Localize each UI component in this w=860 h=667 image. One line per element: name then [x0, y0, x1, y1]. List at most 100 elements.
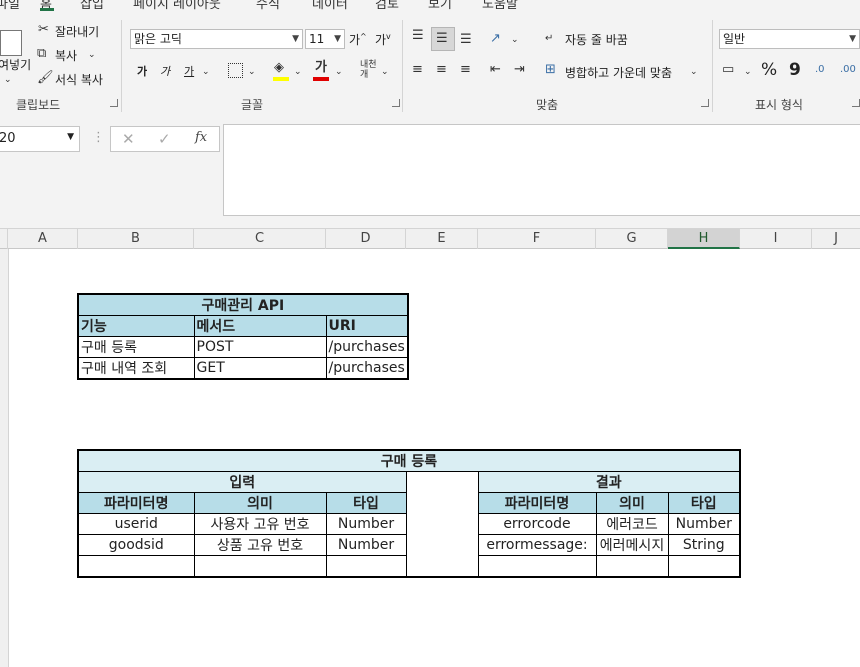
- decrease-decimal-icon[interactable]: .00: [840, 62, 856, 78]
- header-cell[interactable]: 메서드: [193, 315, 327, 337]
- table-cell[interactable]: Number: [325, 534, 407, 556]
- cut-button[interactable]: 잘라내기: [55, 23, 99, 40]
- enter-icon[interactable]: ✓: [158, 130, 171, 148]
- font-name-select[interactable]: 맑은 고딕 ▼: [130, 29, 303, 49]
- increase-indent-icon[interactable]: ⇥: [514, 62, 525, 78]
- font-color-icon[interactable]: 가: [315, 60, 327, 76]
- formula-input[interactable]: [223, 124, 860, 216]
- border-dropdown-icon[interactable]: ⌄: [248, 64, 256, 80]
- tab-insert[interactable]: 삽입: [80, 0, 104, 12]
- paste-label[interactable]: 여넣기: [0, 56, 31, 73]
- font-launcher-icon[interactable]: [392, 99, 400, 107]
- clipboard-launcher-icon[interactable]: [110, 99, 118, 107]
- table-cell[interactable]: userid: [77, 513, 195, 535]
- header-cell[interactable]: 의미: [595, 492, 669, 514]
- tab-help[interactable]: 도움말: [482, 0, 518, 12]
- column-header-d[interactable]: D: [326, 229, 406, 249]
- table-cell[interactable]: [193, 555, 327, 577]
- name-box[interactable]: 20 ▼: [0, 126, 80, 152]
- phonetic-dropdown-icon[interactable]: ⌄: [381, 64, 389, 80]
- align-center-icon[interactable]: ≡: [436, 62, 447, 78]
- table-cell[interactable]: GET: [193, 357, 327, 380]
- table-cell[interactable]: goodsid: [77, 534, 195, 556]
- api-table-title[interactable]: 구매관리 API: [77, 293, 409, 316]
- column-header-c[interactable]: C: [194, 229, 326, 249]
- table-cell[interactable]: [477, 555, 597, 577]
- fill-dropdown-icon[interactable]: ⌄: [294, 64, 302, 80]
- grow-font-button[interactable]: 가^: [349, 31, 367, 48]
- column-header-i[interactable]: I: [740, 229, 812, 249]
- tab-page-layout[interactable]: 페이지 레이아웃: [133, 0, 221, 12]
- copy-dropdown-icon[interactable]: ⌄: [88, 47, 96, 63]
- underline-button[interactable]: 가: [184, 63, 194, 79]
- table-cell[interactable]: 상품 고유 번호: [193, 534, 327, 556]
- table-cell[interactable]: [595, 555, 669, 577]
- merge-center-button[interactable]: 병합하고 가운데 맞춤: [565, 64, 672, 81]
- select-all-corner[interactable]: [0, 229, 8, 249]
- align-bottom-icon[interactable]: ☰: [460, 32, 472, 48]
- italic-button[interactable]: 가: [160, 63, 170, 79]
- header-cell[interactable]: 파라미터명: [77, 492, 195, 514]
- input-section-label[interactable]: 입력: [77, 471, 407, 493]
- font-size-select[interactable]: 11 ▼: [305, 29, 345, 49]
- table-cell[interactable]: [325, 555, 407, 577]
- table-cell[interactable]: 사용자 고유 번호: [193, 513, 327, 535]
- table-cell[interactable]: [77, 555, 195, 577]
- border-icon[interactable]: [228, 63, 243, 78]
- orientation-icon[interactable]: ↗: [490, 31, 501, 47]
- column-header-b[interactable]: B: [78, 229, 194, 249]
- currency-dropdown-icon[interactable]: ⌄: [744, 64, 752, 80]
- table-cell[interactable]: /purchases: [325, 336, 409, 358]
- merge-dropdown-icon[interactable]: ⌄: [690, 64, 698, 80]
- tab-formulas[interactable]: 수식: [256, 0, 280, 12]
- tab-file[interactable]: 파일: [0, 0, 20, 12]
- purchase-register-title[interactable]: 구매 등록: [77, 449, 741, 472]
- comma-button[interactable]: 9: [789, 60, 801, 80]
- align-right-icon[interactable]: ≡: [460, 62, 471, 78]
- number-launcher-icon[interactable]: [852, 99, 860, 107]
- result-section-label[interactable]: 결과: [477, 471, 741, 493]
- wrap-text-button[interactable]: 자동 줄 바꿈: [565, 31, 628, 48]
- orientation-dropdown-icon[interactable]: ⌄: [511, 32, 519, 48]
- align-top-icon[interactable]: ☰: [412, 28, 424, 44]
- column-header-e[interactable]: E: [406, 229, 478, 249]
- percent-button[interactable]: %: [761, 60, 777, 80]
- table-cell[interactable]: errormessage:: [477, 534, 597, 556]
- table-cell[interactable]: 구매 등록: [77, 336, 195, 358]
- fill-color-icon[interactable]: ◈: [274, 60, 284, 76]
- tab-view[interactable]: 보기: [428, 0, 452, 12]
- tab-review[interactable]: 검토: [375, 0, 399, 12]
- table-cell[interactable]: Number: [667, 513, 741, 535]
- column-header-h[interactable]: H: [668, 229, 740, 249]
- table-cell[interactable]: 에러코드: [595, 513, 669, 535]
- table-cell[interactable]: 구매 내역 조회: [77, 357, 195, 380]
- header-cell[interactable]: 타입: [325, 492, 407, 514]
- format-painter-button[interactable]: 서식 복사: [55, 71, 103, 88]
- table-cell[interactable]: String: [667, 534, 741, 556]
- header-cell[interactable]: 타입: [667, 492, 741, 514]
- increase-decimal-icon[interactable]: .0: [815, 62, 825, 78]
- column-header-j[interactable]: J: [812, 229, 860, 249]
- table-cell[interactable]: 에러메시지: [595, 534, 669, 556]
- insert-function-icon[interactable]: fx: [195, 130, 207, 145]
- copy-button[interactable]: 복사: [55, 47, 77, 64]
- cancel-icon[interactable]: ✕: [122, 130, 135, 148]
- drag-handle-icon[interactable]: ⋮: [92, 130, 105, 145]
- currency-icon[interactable]: ▭: [722, 62, 734, 78]
- table-cell[interactable]: [667, 555, 741, 577]
- header-cell[interactable]: 기능: [77, 315, 195, 337]
- table-cell[interactable]: POST: [193, 336, 327, 358]
- font-color-dropdown-icon[interactable]: ⌄: [335, 64, 343, 80]
- decrease-indent-icon[interactable]: ⇤: [490, 62, 501, 78]
- column-header-a[interactable]: A: [8, 229, 78, 249]
- bold-button[interactable]: 가: [137, 63, 147, 79]
- table-cell[interactable]: errorcode: [477, 513, 597, 535]
- alignment-launcher-icon[interactable]: [701, 99, 709, 107]
- column-header-g[interactable]: G: [596, 229, 668, 249]
- tab-data[interactable]: 데이터: [312, 0, 348, 12]
- column-header-f[interactable]: F: [478, 229, 596, 249]
- paste-icon[interactable]: [0, 30, 22, 56]
- align-left-icon[interactable]: ≡: [412, 62, 423, 78]
- table-cell[interactable]: Number: [325, 513, 407, 535]
- header-cell[interactable]: 파라미터명: [477, 492, 597, 514]
